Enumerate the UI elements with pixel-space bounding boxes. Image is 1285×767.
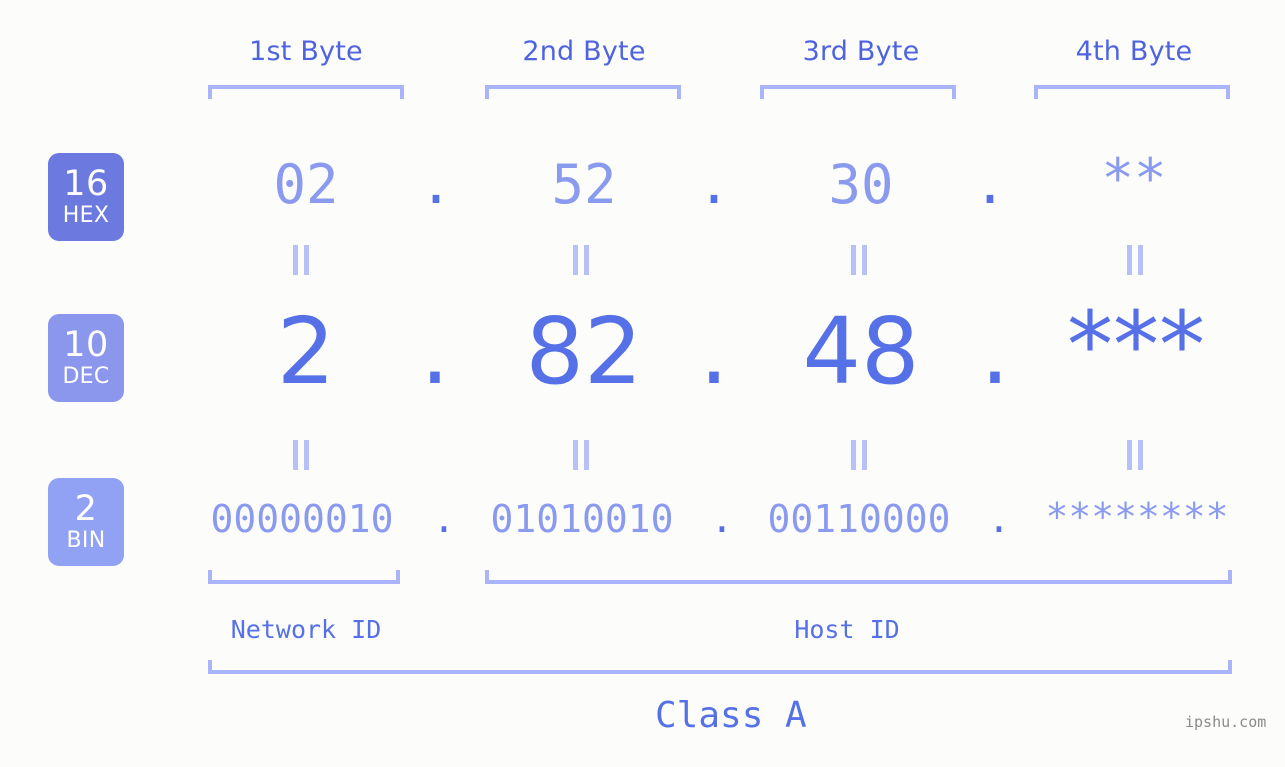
byte-header-label-2: 2nd Byte (522, 36, 646, 67)
host-id-bracket (485, 570, 1232, 584)
host-id-label: Host ID (794, 615, 900, 644)
base-badge-hex: 16 HEX (48, 153, 124, 241)
base-badge-dec: 10 DEC (48, 314, 124, 402)
network-id-label: Network ID (230, 615, 382, 644)
dec-separator-3: . (980, 298, 1010, 405)
equals-mark-hex-dec-1 (290, 245, 312, 275)
hex-byte-1: 02 (273, 153, 339, 216)
byte-header-label-4: 4th Byte (1075, 36, 1193, 67)
hex-separator-2: . (697, 153, 731, 216)
equals-mark-hex-dec-4 (1124, 245, 1146, 275)
dec-separator-2: . (699, 298, 729, 405)
bin-separator-1: . (432, 497, 456, 541)
bin-byte-4: ******** (1045, 495, 1229, 539)
equals-mark-hex-dec-2 (570, 245, 592, 275)
byte-header-label-1: 1st Byte (249, 36, 363, 67)
hex-byte-2: 52 (551, 153, 617, 216)
class-bracket (208, 660, 1232, 674)
hex-byte-3: 30 (828, 153, 894, 216)
byte-bracket-top-2 (485, 85, 681, 99)
base-badge-hex-number: 16 (63, 163, 109, 204)
bin-byte-1: 00000010 (210, 497, 394, 541)
dec-byte-2: 82 (525, 298, 643, 405)
network-id-bracket (208, 570, 400, 584)
site-watermark: ipshu.com (1185, 713, 1267, 731)
byte-bracket-top-4 (1034, 85, 1230, 99)
hex-byte-4: ** (1101, 147, 1167, 210)
dec-separator-1: . (420, 298, 450, 405)
class-label: Class A (655, 695, 807, 736)
bin-byte-3: 00110000 (767, 497, 951, 541)
equals-mark-hex-dec-3 (848, 245, 870, 275)
byte-bracket-top-3 (760, 85, 956, 99)
equals-mark-dec-bin-2 (570, 440, 592, 470)
dec-byte-3: 48 (802, 298, 920, 405)
base-badge-dec-number: 10 (63, 324, 109, 365)
base-badge-dec-name: DEC (62, 363, 110, 389)
bin-byte-2: 01010010 (490, 497, 674, 541)
hex-separator-3: . (973, 153, 1007, 216)
equals-mark-dec-bin-3 (848, 440, 870, 470)
base-badge-bin-number: 2 (74, 488, 98, 529)
hex-separator-1: . (419, 153, 453, 216)
bin-separator-2: . (710, 497, 734, 541)
base-badge-bin-name: BIN (66, 527, 106, 553)
byte-bracket-top-1 (208, 85, 404, 99)
base-badge-bin: 2 BIN (48, 478, 124, 566)
dec-byte-4: *** (1067, 292, 1205, 399)
equals-mark-dec-bin-1 (290, 440, 312, 470)
ip-address-breakdown-figure: 1st Byte 2nd Byte 3rd Byte 4th Byte 16 H… (0, 0, 1285, 767)
byte-header-label-3: 3rd Byte (802, 36, 920, 67)
base-badge-hex-name: HEX (62, 202, 110, 228)
bin-separator-3: . (987, 497, 1011, 541)
dec-byte-1: 2 (276, 298, 336, 405)
equals-mark-dec-bin-4 (1124, 440, 1146, 470)
